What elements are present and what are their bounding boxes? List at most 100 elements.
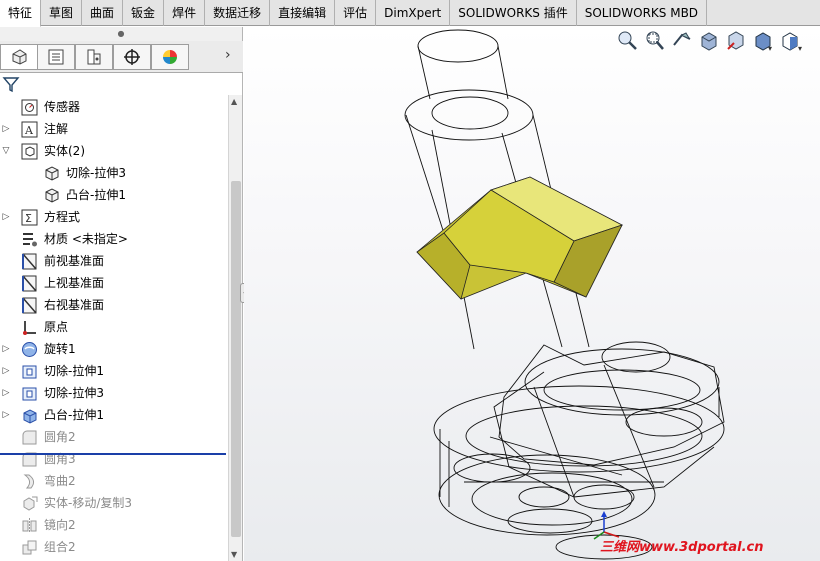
rollback-bar[interactable] bbox=[0, 453, 226, 455]
tree-item[interactable]: 右视基准面 bbox=[0, 294, 228, 316]
svg-text:Σ: Σ bbox=[25, 212, 32, 225]
dimxpert-manager-icon bbox=[124, 49, 140, 65]
solid-bodies-folder-icon bbox=[21, 143, 38, 160]
tree-item[interactable]: 组合2 bbox=[0, 536, 228, 558]
annotation-icon: A bbox=[21, 121, 38, 138]
expand-arrow-icon[interactable]: ▷ bbox=[0, 382, 12, 404]
tree-item[interactable]: 传感器 bbox=[0, 96, 228, 118]
featuremanager-tree-icon bbox=[12, 49, 27, 65]
plane-icon bbox=[22, 253, 37, 270]
move-copy-body-icon bbox=[23, 496, 38, 511]
configuration-manager-tab[interactable] bbox=[75, 44, 113, 70]
tab-6[interactable]: 直接编辑 bbox=[270, 0, 336, 26]
tree-item-label: 凸台-拉伸1 bbox=[44, 408, 104, 422]
panel-grip[interactable]: ● bbox=[0, 27, 242, 41]
tree-item-label: 组合2 bbox=[44, 540, 76, 554]
plane-icon bbox=[22, 297, 37, 314]
tree-item[interactable]: ▷ Σ 方程式 bbox=[0, 206, 228, 228]
watermark-text: 三维网www.3dportal.cn bbox=[600, 540, 764, 555]
dimxpert-manager-tab[interactable] bbox=[113, 44, 151, 70]
combine-icon bbox=[22, 540, 37, 555]
equation-icon: Σ bbox=[21, 209, 38, 226]
tree-item-label: 弯曲2 bbox=[44, 474, 76, 488]
tree-item[interactable]: 前视基准面 bbox=[0, 250, 228, 272]
tab-0[interactable]: 特征 bbox=[0, 0, 42, 27]
tree-item-label: 前视基准面 bbox=[44, 254, 105, 268]
scroll-down-arrow-icon[interactable]: ▼ bbox=[231, 550, 237, 559]
tab-5[interactable]: 数据迁移 bbox=[205, 0, 271, 26]
tab-4[interactable]: 焊件 bbox=[164, 0, 206, 26]
tree-item[interactable]: 上视基准面 bbox=[0, 272, 228, 294]
configuration-manager-icon bbox=[87, 49, 101, 65]
tab-7[interactable]: 评估 bbox=[335, 0, 377, 26]
cut-extrude-icon bbox=[22, 365, 37, 379]
revolve-icon bbox=[22, 342, 37, 357]
mirror-icon bbox=[22, 518, 37, 533]
tree-item-label: 方程式 bbox=[44, 210, 81, 224]
expand-arrow-icon[interactable]: ▷ bbox=[0, 206, 12, 228]
featuremanager-panel: ● › 传感器 ▷ A 注解 ▽ 实体(2) 切除-拉伸3 凸台-拉伸1 ▷ Σ 方程式 材质 <未指… bbox=[0, 27, 243, 561]
tree-item-label: 上视基准面 bbox=[44, 276, 105, 290]
tree-item-label: 圆角2 bbox=[44, 430, 76, 444]
tree-item-label: 圆角3 bbox=[44, 452, 76, 466]
panel-tab-bar: › bbox=[0, 41, 243, 73]
tree-item-label: 切除-拉伸3 bbox=[44, 386, 104, 400]
scrollbar-thumb[interactable] bbox=[231, 181, 241, 537]
tree-item[interactable]: 原点 bbox=[0, 316, 228, 338]
model-wireframe bbox=[404, 29, 725, 560]
graphics-viewport[interactable]: ▾ ▾ 三维网www.3dportal.cn bbox=[244, 27, 820, 561]
plane-icon bbox=[22, 275, 37, 292]
tree-item-label: 旋转1 bbox=[44, 342, 76, 356]
expand-arrow-icon[interactable]: ▷ bbox=[0, 338, 12, 360]
tab-1[interactable]: 草图 bbox=[41, 0, 83, 26]
expand-arrow-icon[interactable]: ▷ bbox=[0, 404, 12, 426]
filter-icon[interactable] bbox=[2, 75, 20, 93]
flex-icon bbox=[23, 474, 35, 489]
tree-item[interactable]: ▷ 切除-拉伸1 bbox=[0, 360, 228, 382]
command-manager-tabs: 特征 草图 曲面 钣金 焊件 数据迁移 直接编辑 评估 DimXpert SOLIDWORKS 插… bbox=[0, 0, 820, 27]
sensor-icon bbox=[21, 99, 38, 116]
tree-item[interactable]: 材质 <未指定> bbox=[0, 228, 228, 250]
material-icon bbox=[23, 233, 37, 247]
tree-scrollbar[interactable]: ▲ ▼ bbox=[228, 95, 242, 561]
expand-arrow-icon[interactable]: ▷ bbox=[0, 360, 12, 382]
origin-icon bbox=[23, 321, 36, 335]
display-manager-tab[interactable] bbox=[151, 44, 189, 70]
panel-more-arrow[interactable]: › bbox=[225, 47, 231, 63]
tree-item[interactable]: 切除-拉伸3 bbox=[0, 162, 228, 184]
tab-8[interactable]: DimXpert bbox=[376, 0, 451, 26]
tree-item[interactable]: 弯曲2 bbox=[0, 470, 228, 492]
tree-item[interactable]: ▷ 切除-拉伸3 bbox=[0, 382, 228, 404]
tree-item[interactable]: ▷ 旋转1 bbox=[0, 338, 228, 360]
property-manager-tab[interactable] bbox=[37, 44, 75, 70]
display-manager-icon bbox=[163, 50, 177, 64]
svg-text:A: A bbox=[24, 124, 34, 137]
tab-10[interactable]: SOLIDWORKS MBD bbox=[577, 0, 708, 26]
tree-item[interactable]: ▷ A 注解 bbox=[0, 118, 228, 140]
collapse-arrow-icon[interactable]: ▽ bbox=[0, 140, 12, 162]
property-manager-icon bbox=[48, 49, 64, 65]
tree-item-label: 切除-拉伸1 bbox=[44, 364, 104, 378]
solid-body-icon bbox=[45, 166, 59, 181]
tree-item-label: 注解 bbox=[44, 122, 69, 136]
tree-item[interactable]: 凸台-拉伸1 bbox=[0, 184, 228, 206]
tree-item-label: 右视基准面 bbox=[44, 298, 105, 312]
tree-item[interactable]: 镜向2 bbox=[0, 514, 228, 536]
featuremanager-tree-tab[interactable] bbox=[0, 44, 38, 70]
expand-arrow-icon[interactable]: ▷ bbox=[0, 118, 12, 140]
cut-extrude-icon bbox=[22, 387, 37, 401]
tab-2[interactable]: 曲面 bbox=[82, 0, 124, 26]
tree-item-label: 原点 bbox=[44, 320, 69, 334]
tree-item[interactable]: ▽ 实体(2) bbox=[0, 140, 228, 162]
tree-item[interactable]: ▷ 凸台-拉伸1 bbox=[0, 404, 228, 426]
tree-item-label: 凸台-拉伸1 bbox=[66, 188, 126, 202]
tree-item-label: 实体-移动/复制3 bbox=[44, 496, 133, 510]
tree-item[interactable]: 圆角2 bbox=[0, 426, 228, 448]
tree-item[interactable]: 实体-移动/复制3 bbox=[0, 492, 228, 514]
tab-9[interactable]: SOLIDWORKS 插件 bbox=[450, 0, 577, 26]
tree-item[interactable]: 圆角3 bbox=[0, 448, 228, 470]
tab-3[interactable]: 钣金 bbox=[123, 0, 165, 26]
fillet-icon bbox=[22, 430, 37, 445]
scroll-up-arrow-icon[interactable]: ▲ bbox=[231, 97, 237, 106]
tree-item-label: 镜向2 bbox=[44, 518, 76, 532]
